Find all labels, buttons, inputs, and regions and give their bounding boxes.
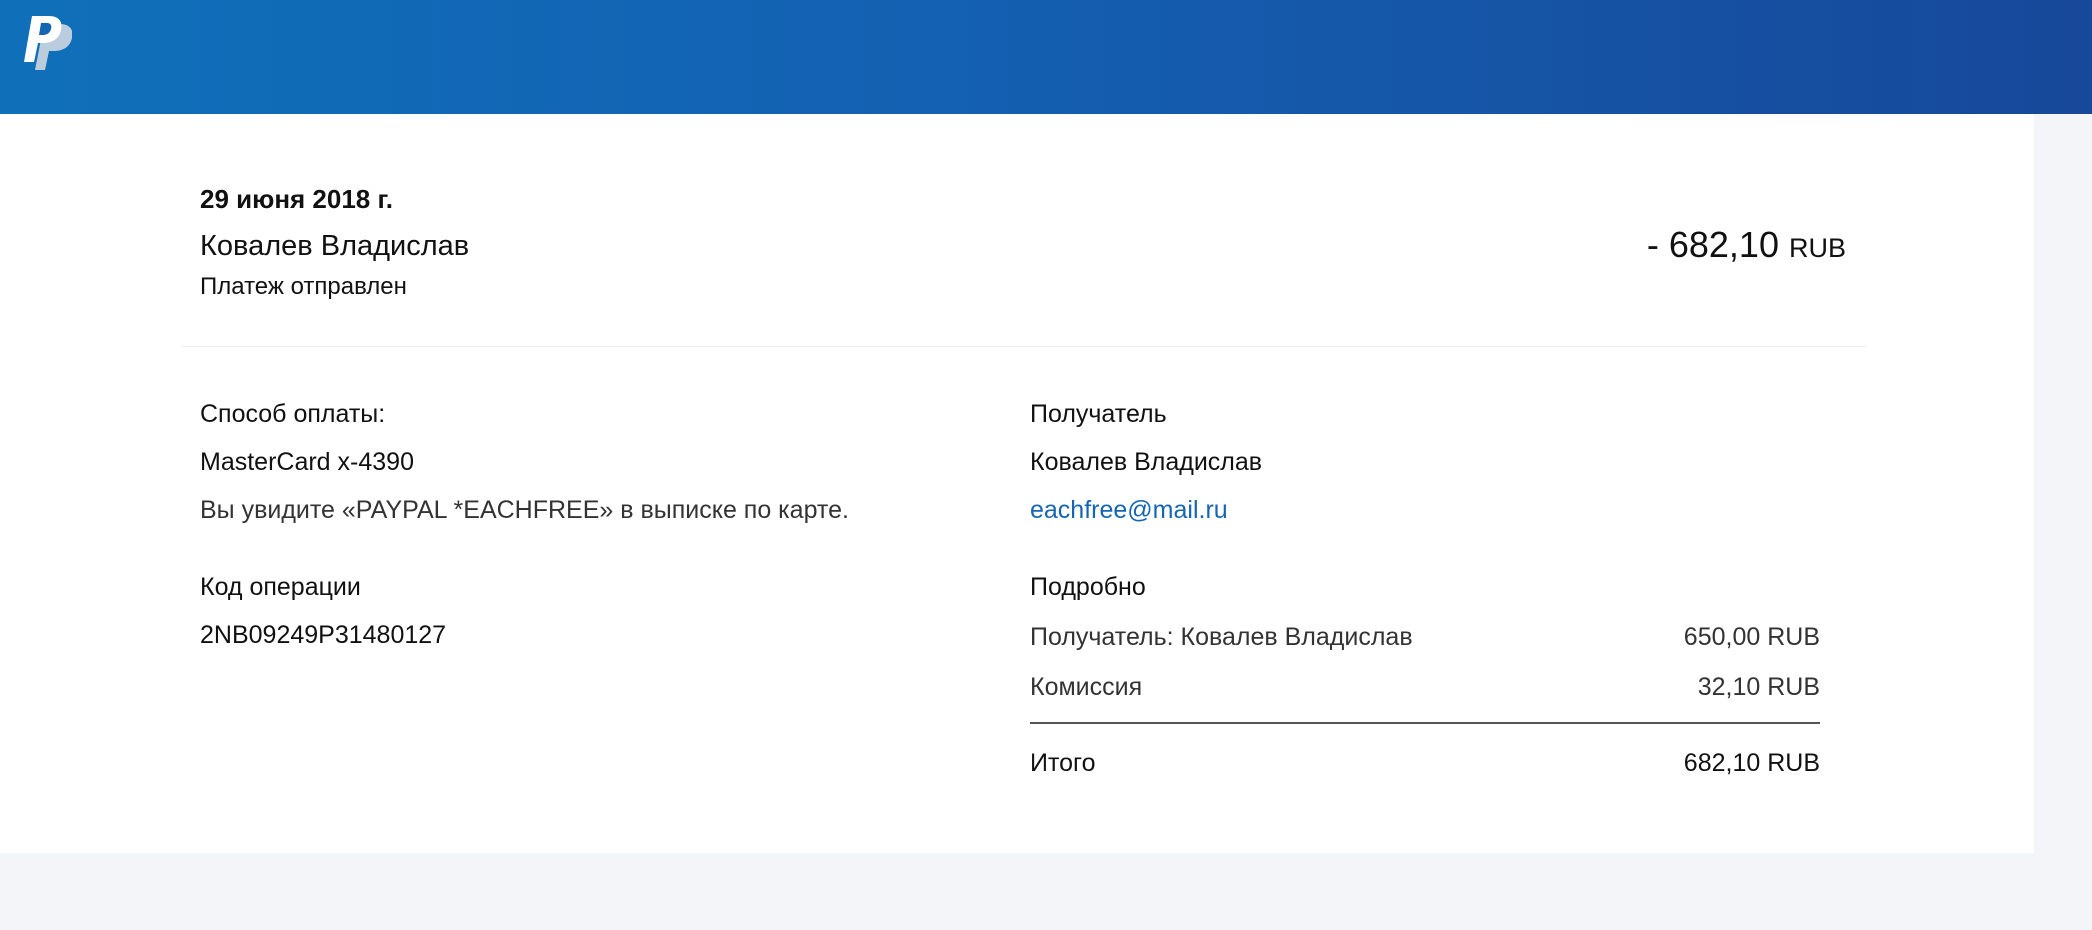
counterparty-name: Ковалев Владислав [200,230,470,262]
transaction-details-card: 29 июня 2018 г. Ковалев Владислав Платеж… [0,114,2034,853]
total-amount: 682,10 RUB [1683,749,1820,777]
total-divider [1030,722,1820,724]
transaction-amount: - 682,10 RUB [1647,224,1846,266]
amount-value: - 682,10 [1646,224,1779,265]
transaction-id-value: 2NB09249P31480127 [200,621,447,649]
recipient-email-link[interactable]: eachfree@mail.ru [1030,496,1228,525]
details-label: Подробно [1030,573,1146,601]
transaction-id-label: Код операции [200,573,361,601]
details-row-amount: 32,10 RUB [1697,673,1820,701]
statement-note: Вы увидите «PAYPAL *EACHFREE» в выписке … [200,496,849,524]
top-header-bar [0,0,2092,114]
amount-currency: RUB [1788,233,1846,263]
details-row-amount: 650,00 RUB [1683,623,1820,651]
recipient-label: Получатель [1030,400,1167,428]
total-label: Итого [1030,749,1096,777]
payment-card: MasterCard x-4390 [200,448,414,476]
details-row-label: Получатель: Ковалев Владислав [1030,623,1413,651]
paypal-logo-icon[interactable] [22,14,72,70]
recipient-name: Ковалев Владислав [1030,448,1263,476]
section-divider [182,346,1866,347]
payment-method-label: Способ оплаты: [200,400,386,428]
details-row-label: Комиссия [1030,673,1143,701]
transaction-status: Платеж отправлен [200,273,407,300]
transaction-date: 29 июня 2018 г. [200,184,393,214]
